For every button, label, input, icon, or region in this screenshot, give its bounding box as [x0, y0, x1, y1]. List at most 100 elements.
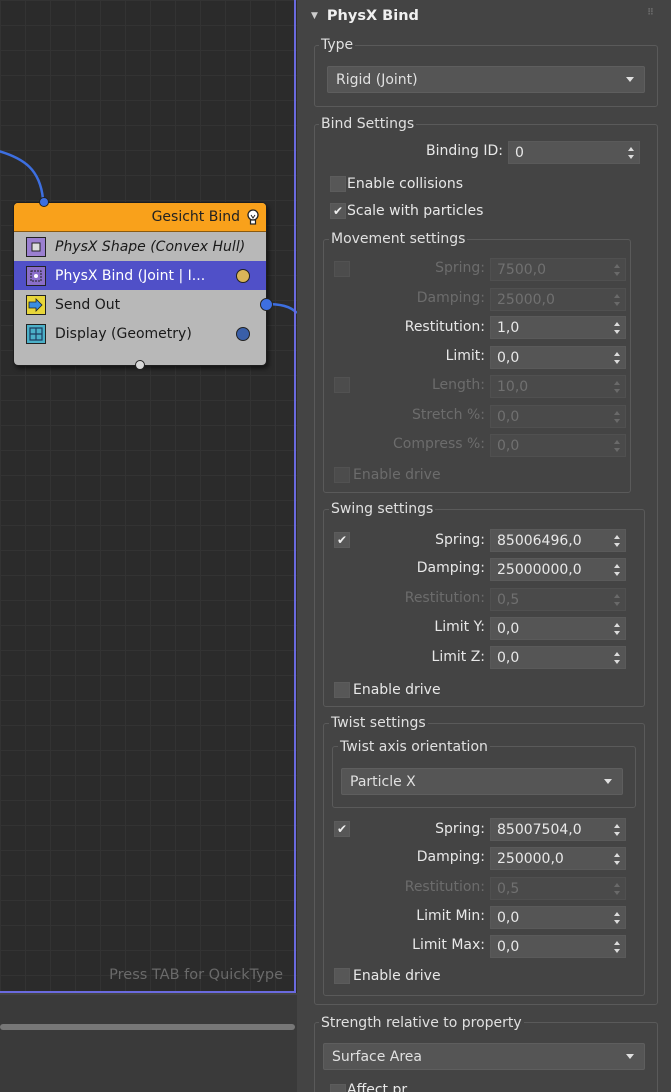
- spinner-arrows-icon[interactable]: [614, 294, 620, 306]
- node-header[interactable]: Gesicht Bind: [14, 203, 266, 232]
- node-row-label: Send Out: [55, 296, 121, 313]
- spinner-arrows-icon[interactable]: [614, 883, 620, 895]
- enable-collisions-checkbox[interactable]: [330, 176, 346, 192]
- movement-length-spinner[interactable]: 10,0: [490, 375, 626, 398]
- input-pin[interactable]: [39, 197, 49, 207]
- twist-damping-label: Damping:: [416, 849, 485, 865]
- movement-compress-spinner[interactable]: 0,0: [490, 434, 626, 457]
- node-row-send-out[interactable]: Send Out: [14, 290, 266, 319]
- node-row-label: PhysX Shape (Convex Hull): [55, 238, 246, 255]
- movement-spring-value: 7500,0: [497, 261, 546, 278]
- swing-settings-label: Swing settings: [329, 501, 436, 517]
- node-row-physx-shape[interactable]: PhysX Shape (Convex Hull): [14, 232, 266, 261]
- port-dot[interactable]: [236, 326, 250, 341]
- twist-limit-max-value: 0,0: [497, 938, 520, 955]
- swing-limit-z-value: 0,0: [497, 649, 520, 666]
- swing-spring-spinner[interactable]: 85006496,0: [490, 529, 626, 552]
- check-mark-icon: ✔: [336, 533, 348, 547]
- rollout-header[interactable]: ▼ PhysX Bind ⠿: [301, 0, 663, 31]
- spinner-arrows-icon[interactable]: [614, 941, 620, 953]
- binding-id-value: 0: [515, 144, 524, 161]
- spinner-arrows-icon[interactable]: [614, 322, 620, 334]
- movement-stretch-label: Stretch %:: [412, 407, 485, 423]
- movement-limit-spinner[interactable]: 0,0: [490, 346, 626, 369]
- spinner-arrows-icon[interactable]: [614, 824, 620, 836]
- twist-damping-value: 250000,0: [497, 850, 564, 867]
- spinner-arrows-icon[interactable]: [614, 853, 620, 865]
- properties-panel: ▼ PhysX Bind ⠿ Type Rigid (Joint) Bind S…: [301, 0, 671, 1092]
- swing-damping-spinner[interactable]: 25000000,0: [490, 558, 626, 581]
- movement-spring-spinner[interactable]: 7500,0: [490, 258, 626, 281]
- node-row-display[interactable]: Display (Geometry): [14, 319, 266, 348]
- grip-icon[interactable]: ⠿: [647, 8, 654, 18]
- type-value: Rigid (Joint): [336, 71, 418, 88]
- swing-limit-y-value: 0,0: [497, 620, 520, 637]
- twist-limit-min-value: 0,0: [497, 909, 520, 926]
- spinner-arrows-icon[interactable]: [614, 623, 620, 635]
- bottom-pin[interactable]: [135, 360, 145, 370]
- lightbulb-icon[interactable]: [246, 209, 260, 225]
- binding-id-spinner[interactable]: 0: [508, 141, 640, 164]
- strength-value: Surface Area: [332, 1048, 423, 1065]
- rollout-title: PhysX Bind: [326, 7, 419, 24]
- spinner-arrows-icon[interactable]: [628, 147, 634, 159]
- movement-damping-label: Damping:: [416, 290, 485, 306]
- swing-limit-z-label: Limit Z:: [431, 649, 485, 665]
- spinner-arrows-icon[interactable]: [614, 411, 620, 423]
- movement-length-checkbox[interactable]: [334, 377, 350, 393]
- twist-spring-spinner[interactable]: 85007504,0: [490, 818, 626, 841]
- quicktype-hint: Press TAB for QuickType: [109, 967, 283, 983]
- twist-settings-label: Twist settings: [329, 715, 428, 731]
- collapse-triangle-icon[interactable]: ▼: [311, 11, 318, 21]
- node-graph-canvas[interactable]: Gesicht Bind PhysX Shape (Convex Hull) P…: [0, 0, 297, 993]
- movement-damping-spinner[interactable]: 25000,0: [490, 288, 626, 311]
- lower-area: [0, 995, 297, 1092]
- twist-axis-label: Twist axis orientation: [338, 739, 490, 755]
- swing-spring-label: Spring:: [435, 532, 485, 548]
- spinner-arrows-icon[interactable]: [614, 264, 620, 276]
- dropdown-arrow-icon: [626, 77, 634, 82]
- swing-damping-value: 25000000,0: [497, 561, 582, 578]
- twist-axis-dropdown[interactable]: Particle X: [341, 768, 623, 795]
- scale-with-particles-checkbox[interactable]: ✔: [330, 203, 346, 219]
- swing-spring-value: 85006496,0: [497, 532, 582, 549]
- output-pin[interactable]: [260, 298, 273, 311]
- spinner-arrows-icon[interactable]: [614, 594, 620, 606]
- twist-limit-max-spinner[interactable]: 0,0: [490, 935, 626, 958]
- twist-limit-min-spinner[interactable]: 0,0: [490, 906, 626, 929]
- movement-spring-checkbox[interactable]: [334, 261, 350, 277]
- movement-stretch-spinner[interactable]: 0,0: [490, 405, 626, 428]
- check-mark-icon: ✔: [332, 204, 344, 218]
- twist-damping-spinner[interactable]: 250000,0: [490, 847, 626, 870]
- twist-enable-drive-checkbox[interactable]: [334, 968, 350, 984]
- send-out-icon: [26, 294, 46, 315]
- movement-restitution-spinner[interactable]: 1,0: [490, 316, 626, 339]
- horizontal-scrollbar[interactable]: [0, 1024, 295, 1030]
- movement-enable-drive-checkbox[interactable]: [334, 467, 350, 483]
- twist-spring-checkbox[interactable]: ✔: [334, 821, 350, 837]
- spinner-arrows-icon[interactable]: [614, 381, 620, 393]
- swing-restitution-spinner[interactable]: 0,5: [490, 588, 626, 611]
- graph-node-gesicht-bind[interactable]: Gesicht Bind PhysX Shape (Convex Hull) P…: [13, 197, 273, 370]
- spinner-arrows-icon[interactable]: [614, 564, 620, 576]
- movement-stretch-value: 0,0: [497, 408, 520, 425]
- swing-damping-label: Damping:: [416, 560, 485, 576]
- port-dot[interactable]: [236, 268, 250, 283]
- swing-limit-z-spinner[interactable]: 0,0: [490, 646, 626, 669]
- spinner-arrows-icon[interactable]: [614, 352, 620, 364]
- movement-spring-label: Spring:: [435, 260, 485, 276]
- twist-restitution-spinner[interactable]: 0,5: [490, 877, 626, 900]
- swing-enable-drive-checkbox[interactable]: [334, 682, 350, 698]
- spinner-arrows-icon[interactable]: [614, 652, 620, 664]
- affect-checkbox[interactable]: [330, 1084, 346, 1092]
- type-group-label: Type: [319, 37, 356, 53]
- type-dropdown[interactable]: Rigid (Joint): [327, 66, 645, 93]
- binding-id-label: Binding ID:: [426, 143, 503, 159]
- spinner-arrows-icon[interactable]: [614, 535, 620, 547]
- spinner-arrows-icon[interactable]: [614, 440, 620, 452]
- spinner-arrows-icon[interactable]: [614, 912, 620, 924]
- strength-dropdown[interactable]: Surface Area: [323, 1043, 645, 1070]
- node-row-physx-bind[interactable]: PhysX Bind (Joint | I...: [14, 261, 266, 290]
- swing-spring-checkbox[interactable]: ✔: [334, 532, 350, 548]
- swing-limit-y-spinner[interactable]: 0,0: [490, 617, 626, 640]
